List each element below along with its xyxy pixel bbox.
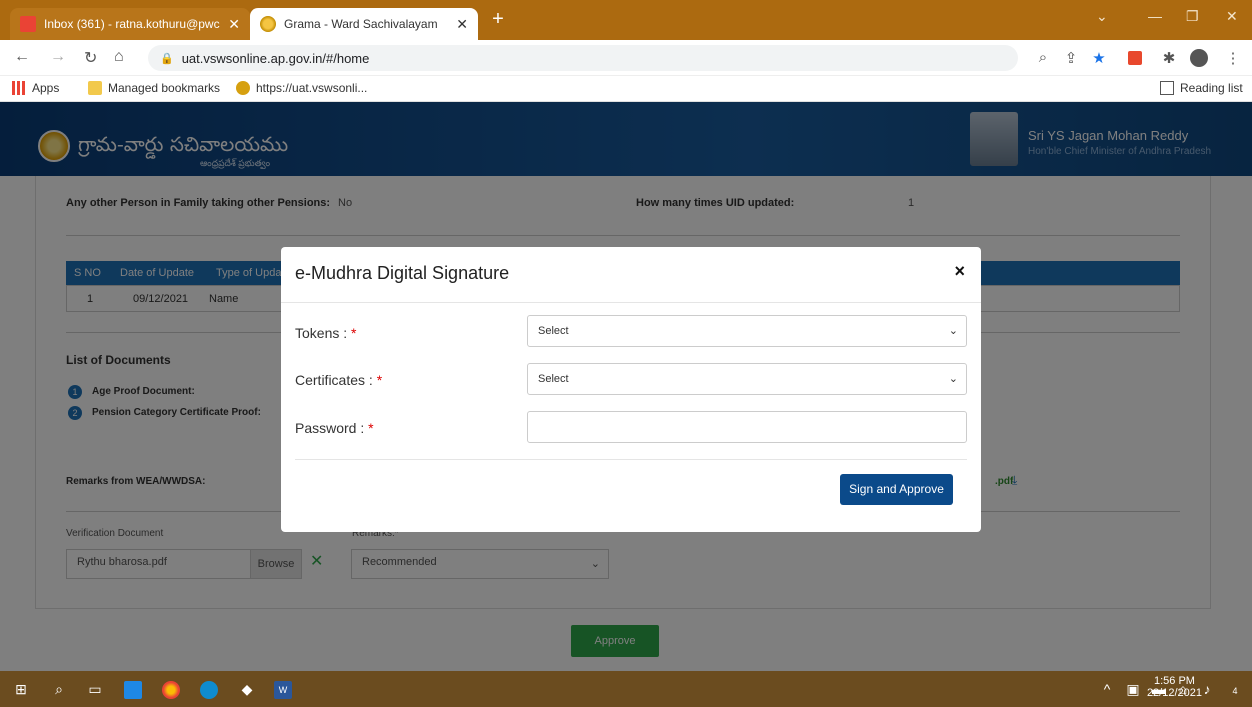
back-icon[interactable]: ← xyxy=(14,48,30,66)
tokens-selected: Select xyxy=(538,325,569,337)
required-marker: * xyxy=(368,420,374,436)
forward-icon[interactable]: → xyxy=(50,48,66,66)
star-icon[interactable]: ★ xyxy=(1090,49,1108,67)
close-icon[interactable]: × xyxy=(954,261,965,282)
file-explorer-icon[interactable] xyxy=(124,681,142,699)
tokens-select[interactable]: Select ⌄ xyxy=(527,315,967,347)
close-window-icon[interactable]: ✕ xyxy=(1226,8,1238,25)
modal-title: e-Mudhra Digital Signature xyxy=(295,263,510,283)
word-icon[interactable]: W xyxy=(274,681,292,699)
bookmark-apps[interactable]: Apps xyxy=(12,81,59,95)
share-icon[interactable]: ⇪ xyxy=(1062,49,1080,67)
lock-icon: 🔒 xyxy=(160,52,174,65)
site-favicon-icon xyxy=(236,81,250,95)
tokens-label-text: Tokens : xyxy=(295,325,352,341)
apps-grid-icon xyxy=(12,81,26,95)
chevron-down-icon: ⌄ xyxy=(948,325,958,337)
restore-icon[interactable]: ❐ xyxy=(1186,8,1199,25)
password-label: Password : * xyxy=(295,420,374,436)
required-marker: * xyxy=(351,325,357,341)
close-icon[interactable]: ✕ xyxy=(456,16,468,33)
bookmark-label: https://uat.vswsonli... xyxy=(256,81,368,95)
omnibox[interactable]: 🔒 uat.vswsonline.ap.gov.in/#/home xyxy=(148,45,1018,71)
folder-icon xyxy=(88,81,102,95)
gmail-icon xyxy=(20,16,36,32)
certificates-label-text: Certificates : xyxy=(295,372,377,388)
certificates-select[interactable]: Select ⌄ xyxy=(527,363,967,395)
task-view-icon[interactable]: ▭ xyxy=(86,681,104,699)
digital-signature-modal: e-Mudhra Digital Signature × Tokens : * … xyxy=(281,247,981,532)
password-label-text: Password : xyxy=(295,420,369,436)
divider xyxy=(281,302,981,303)
windows-start-icon[interactable]: ⊞ xyxy=(12,681,30,699)
app-icon[interactable]: ◆ xyxy=(238,681,256,699)
home-icon[interactable]: ⌂ xyxy=(114,48,124,66)
bookmark-managed[interactable]: Managed bookmarks xyxy=(88,81,220,95)
search-icon[interactable]: ⌕ xyxy=(50,681,68,699)
reading-list-icon xyxy=(1160,81,1174,95)
site-favicon-icon xyxy=(260,16,276,32)
new-tab-icon[interactable]: + xyxy=(484,8,512,31)
tray-chevron-icon[interactable]: ^ xyxy=(1098,681,1116,699)
puzzle-icon[interactable]: ✱ xyxy=(1160,49,1178,67)
bookmark-label: Managed bookmarks xyxy=(108,81,221,95)
edge-icon[interactable] xyxy=(200,681,218,699)
tokens-label: Tokens : * xyxy=(295,325,356,341)
bookmark-label: Apps xyxy=(32,81,60,95)
reading-list-label: Reading list xyxy=(1180,81,1243,95)
divider xyxy=(295,459,967,460)
required-marker: * xyxy=(376,372,383,388)
tab-inbox[interactable]: Inbox (361) - ratna.kothuru@pwc ✕ xyxy=(10,8,250,40)
extension-icon[interactable] xyxy=(1128,51,1142,65)
password-input[interactable] xyxy=(527,411,967,443)
profile-avatar[interactable] xyxy=(1190,49,1208,67)
reload-icon[interactable]: ↻ xyxy=(84,48,97,68)
reading-list[interactable]: Reading list xyxy=(1160,81,1243,95)
minimize-icon[interactable]: — xyxy=(1148,8,1162,24)
chevron-down-icon[interactable]: ⌄ xyxy=(1096,8,1108,25)
sign-and-approve-button[interactable]: Sign and Approve xyxy=(840,474,953,505)
notification-count: 4 xyxy=(1232,686,1238,696)
menu-icon[interactable]: ⋮ xyxy=(1224,49,1242,67)
certificates-selected: Select xyxy=(538,373,569,385)
zoom-icon[interactable]: ⌕ xyxy=(1034,49,1052,67)
notification-icon[interactable]: 4 xyxy=(1226,681,1244,699)
tab-title: Grama - Ward Sachivalayam xyxy=(284,17,438,31)
chrome-icon[interactable] xyxy=(162,681,180,699)
chevron-down-icon: ⌄ xyxy=(948,373,958,385)
close-icon[interactable]: ✕ xyxy=(228,16,240,33)
clock[interactable]: 1:56 PM 22/12/2021 xyxy=(1147,675,1202,699)
bookmarks-bar: Apps Managed bookmarks https://uat.vswso… xyxy=(0,76,1252,102)
address-bar: ← → ↻ ⌂ 🔒 uat.vswsonline.ap.gov.in/#/hom… xyxy=(0,40,1252,76)
clock-date: 22/12/2021 xyxy=(1146,687,1202,699)
certificates-label: Certificates : * xyxy=(295,372,382,388)
tray-app-icon[interactable]: ▣ xyxy=(1124,681,1142,699)
browser-tab-bar: Inbox (361) - ratna.kothuru@pwc ✕ Grama … xyxy=(0,0,1252,40)
clock-time: 1:56 PM xyxy=(1153,675,1195,687)
bookmark-site[interactable]: https://uat.vswsonli... xyxy=(236,81,367,95)
url-text: uat.vswsonline.ap.gov.in/#/home xyxy=(181,50,370,66)
windows-taskbar: ⊞ ⌕ ▭ ◆ W ^ ▣ ▬ ⌂ ♪ 1:56 PM 22/12/2021 4 xyxy=(0,671,1252,707)
tab-title: Inbox (361) - ratna.kothuru@pwc xyxy=(44,17,220,31)
tab-grama[interactable]: Grama - Ward Sachivalayam ✕ xyxy=(250,8,478,40)
